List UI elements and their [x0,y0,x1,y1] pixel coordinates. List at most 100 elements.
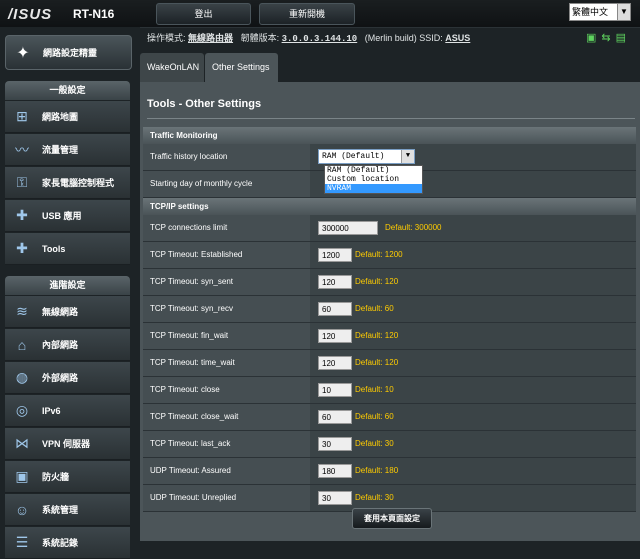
chevron-down-icon: ▼ [401,150,414,163]
table-row: TCP Timeout: syn_recv 60 Default: 60 [143,296,636,323]
table-row: TCP Timeout: close_wait 60 Default: 60 [143,404,636,431]
tcp-close-wait-input[interactable]: 60 [318,410,352,424]
sidebar-item-vpn[interactable]: ⋈ VPN 伺服器 [5,428,130,460]
sidebar-item-parental[interactable]: ⚿ 家長電腦控制程式 [5,167,130,199]
default-hint: Default: 60 [355,304,394,313]
tcpip-panel: TCP/IP settings TCP connections limit 300… [143,198,636,512]
table-row: TCP Timeout: time_wait 120 Default: 120 [143,350,636,377]
tab-wakeonlan[interactable]: WakeOnLAN [140,53,204,82]
tcp-established-input[interactable]: 1200 [318,248,352,262]
status-line: 操作模式: 無線路由器 韌體版本: 3.0.0.3.144.10 (Merlin… [147,31,470,44]
traffic-header: Traffic Monitoring [143,127,636,144]
table-row: TCP Timeout: last_ack 30 Default: 30 [143,431,636,458]
sidebar-item-firewall[interactable]: ▣ 防火牆 [5,461,130,493]
ssid-value: ASUS [445,33,471,43]
language-value: 繁體中文 [572,7,609,17]
default-hint: Default: 30 [355,493,394,502]
asus-logo: /ISUS [8,6,53,23]
title-divider [147,118,635,119]
sidebar-item-network-map[interactable]: ⊞ 網路地圖 [5,101,130,133]
firewall-icon: ▣ [15,468,29,484]
syslog-icon: ☰ [15,534,29,550]
table-row: TCP Timeout: Established 1200 Default: 120… [143,242,636,269]
quick-setup-button[interactable]: ✦ 網路設定精靈 [5,35,132,70]
router-model: RT-N16 [73,7,115,21]
table-row: TCP Timeout: close 10 Default: 10 [143,377,636,404]
sidebar-item-tools[interactable]: ✚ Tools [5,233,130,265]
sidebar-item-ipv6[interactable]: ◎ IPv6 [5,395,130,427]
history-location-value: RAM (Default) [322,152,385,161]
usb-status-icon[interactable]: ⇆ [601,32,610,44]
advanced-header: 進階設定 [5,276,130,295]
tab-other-settings[interactable]: Other Settings [205,53,278,82]
traffic-icon: 〰 [15,141,29,158]
table-row: UDP Timeout: Assured 180 Default: 180 [143,458,636,485]
apply-button[interactable]: 套用本頁面設定 [352,508,432,529]
sidebar-item-syslog[interactable]: ☰ 系統記錄 [5,527,130,559]
lan-home-icon: ⌂ [17,336,27,353]
dropdown-option[interactable]: RAM (Default) [325,166,422,175]
general-header: 一般設定 [5,81,130,100]
status-icons: ▣ ⇆ ▤ [586,31,631,44]
default-hint: Default: 300000 [385,223,442,232]
logout-button[interactable]: 登出 [156,3,251,25]
history-label: Traffic history location [143,144,310,170]
reboot-button[interactable]: 重新開機 [259,3,355,25]
usb-puzzle-icon: ✚ [16,207,28,223]
quick-setup-label: 網路設定精靈 [43,48,98,58]
default-hint: Default: 30 [355,439,394,448]
admin-icon: ☺ [14,501,30,518]
magic-wand-icon: ✦ [16,44,30,62]
printer-status-icon[interactable]: ▤ [616,32,626,44]
default-hint: Default: 60 [355,412,394,421]
mode-label: 操作模式: [147,33,186,43]
default-hint: Default: 120 [355,277,399,286]
vpn-icon: ⋈ [15,435,29,451]
udp-assured-input[interactable]: 180 [318,464,352,478]
sidebar-item-admin[interactable]: ☺ 系統管理 [5,494,130,526]
sidebar-item-usb[interactable]: ✚ USB 應用 [5,200,130,232]
network-map-icon: ⊞ [16,108,28,124]
tcp-connections-limit-input[interactable]: 300000 [318,221,378,235]
tcp-syn-recv-input[interactable]: 60 [318,302,352,316]
ssid-label: SSID: [419,33,443,43]
tcp-time-wait-input[interactable]: 120 [318,356,352,370]
udp-unreplied-input[interactable]: 30 [318,491,352,505]
firmware-label: 韌體版本: [240,33,280,43]
build-label: (Merlin build) [364,33,417,43]
top-bar: /ISUS RT-N16 登出 重新開機 繁體中文 ▼ [0,0,640,28]
start-day-label: Starting day of monthly cycle [143,171,310,197]
history-location-select[interactable]: RAM (Default) ▼ [318,149,415,164]
ipv6-icon: ◎ [15,402,29,418]
default-hint: Default: 120 [355,331,399,340]
wireless-icon: ≋ [16,303,28,319]
sidebar-item-lan[interactable]: ⌂ 內部網路 [5,329,130,361]
tcp-syn-sent-input[interactable]: 120 [318,275,352,289]
sidebar-item-traffic[interactable]: 〰流量管理 [5,134,130,166]
default-hint: Default: 10 [355,385,394,394]
tcp-close-input[interactable]: 10 [318,383,352,397]
default-hint: Default: 120 [355,358,399,367]
tcpip-header: TCP/IP settings [143,198,636,215]
parental-control-icon: ⚿ [16,174,28,190]
default-hint: Default: 1200 [355,250,403,259]
sidebar: ✦ 網路設定精靈 一般設定 ⊞ 網路地圖 〰流量管理 ⚿ 家長電腦控制程式 ✚ USB… [0,27,140,559]
default-hint: Default: 180 [355,466,399,475]
dropdown-option[interactable]: NVRAM [325,184,422,193]
table-row: TCP connections limit 300000 Default: 3000… [143,215,636,242]
chevron-down-icon: ▼ [617,4,630,20]
network-status-icon[interactable]: ▣ [586,32,596,44]
table-row: TCP Timeout: fin_wait 120 Default: 120 [143,323,636,350]
sidebar-item-wan[interactable]: ◍ 外部網路 [5,362,130,394]
tools-puzzle-icon: ✚ [16,240,28,256]
wan-globe-icon: ◍ [15,369,29,385]
sidebar-item-wireless[interactable]: ≋ 無線網路 [5,296,130,328]
history-location-dropdown: RAM (Default) Custom location NVRAM [324,165,423,194]
dropdown-option[interactable]: Custom location [325,175,422,184]
firmware-link[interactable]: 3.0.0.3.144.10 [282,34,358,44]
table-row: TCP Timeout: syn_sent 120 Default: 120 [143,269,636,296]
mode-link[interactable]: 無線路由器 [188,33,233,43]
tcp-fin-wait-input[interactable]: 120 [318,329,352,343]
language-select[interactable]: 繁體中文 ▼ [569,3,631,21]
tcp-last-ack-input[interactable]: 30 [318,437,352,451]
